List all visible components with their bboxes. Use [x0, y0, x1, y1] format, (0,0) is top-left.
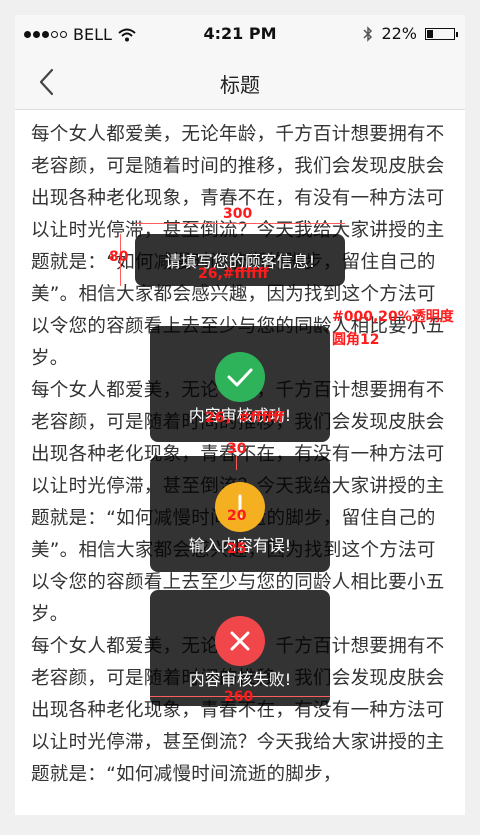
annotation-width-260: 260: [224, 689, 254, 705]
page-title: 标题: [220, 73, 260, 97]
check-icon: [227, 368, 253, 387]
navigation-bar: 标题: [15, 55, 465, 110]
annotation-font-26: 26,#ffffff: [198, 266, 269, 282]
success-circle: [215, 352, 265, 402]
annotation-width-300: 300: [223, 206, 253, 222]
error-toast-text: 内容审核失败!: [188, 670, 292, 689]
annotation-top-30: 30: [227, 441, 247, 457]
annotation-background: #000,20%透明度: [332, 309, 454, 325]
battery-icon: [425, 27, 458, 40]
close-icon: [230, 631, 250, 651]
status-right: 22%: [363, 24, 458, 43]
annotation-radius: 圆角12: [332, 332, 380, 348]
annotation-height-80: 80: [109, 249, 129, 265]
annotation-bottom-25: 25: [227, 541, 247, 557]
status-bar: BELL 4:21 PM 22%: [15, 15, 465, 55]
warning-circle: [215, 482, 265, 532]
annotation-font-26-success: 26，#ffffff: [205, 410, 285, 426]
bluetooth-icon: [363, 25, 373, 42]
annotation-line: [135, 223, 345, 224]
annotation-gap-20: 20: [227, 508, 247, 524]
battery-percent: 22%: [381, 24, 417, 43]
error-circle: [215, 616, 265, 666]
annotation-line: [236, 456, 237, 470]
